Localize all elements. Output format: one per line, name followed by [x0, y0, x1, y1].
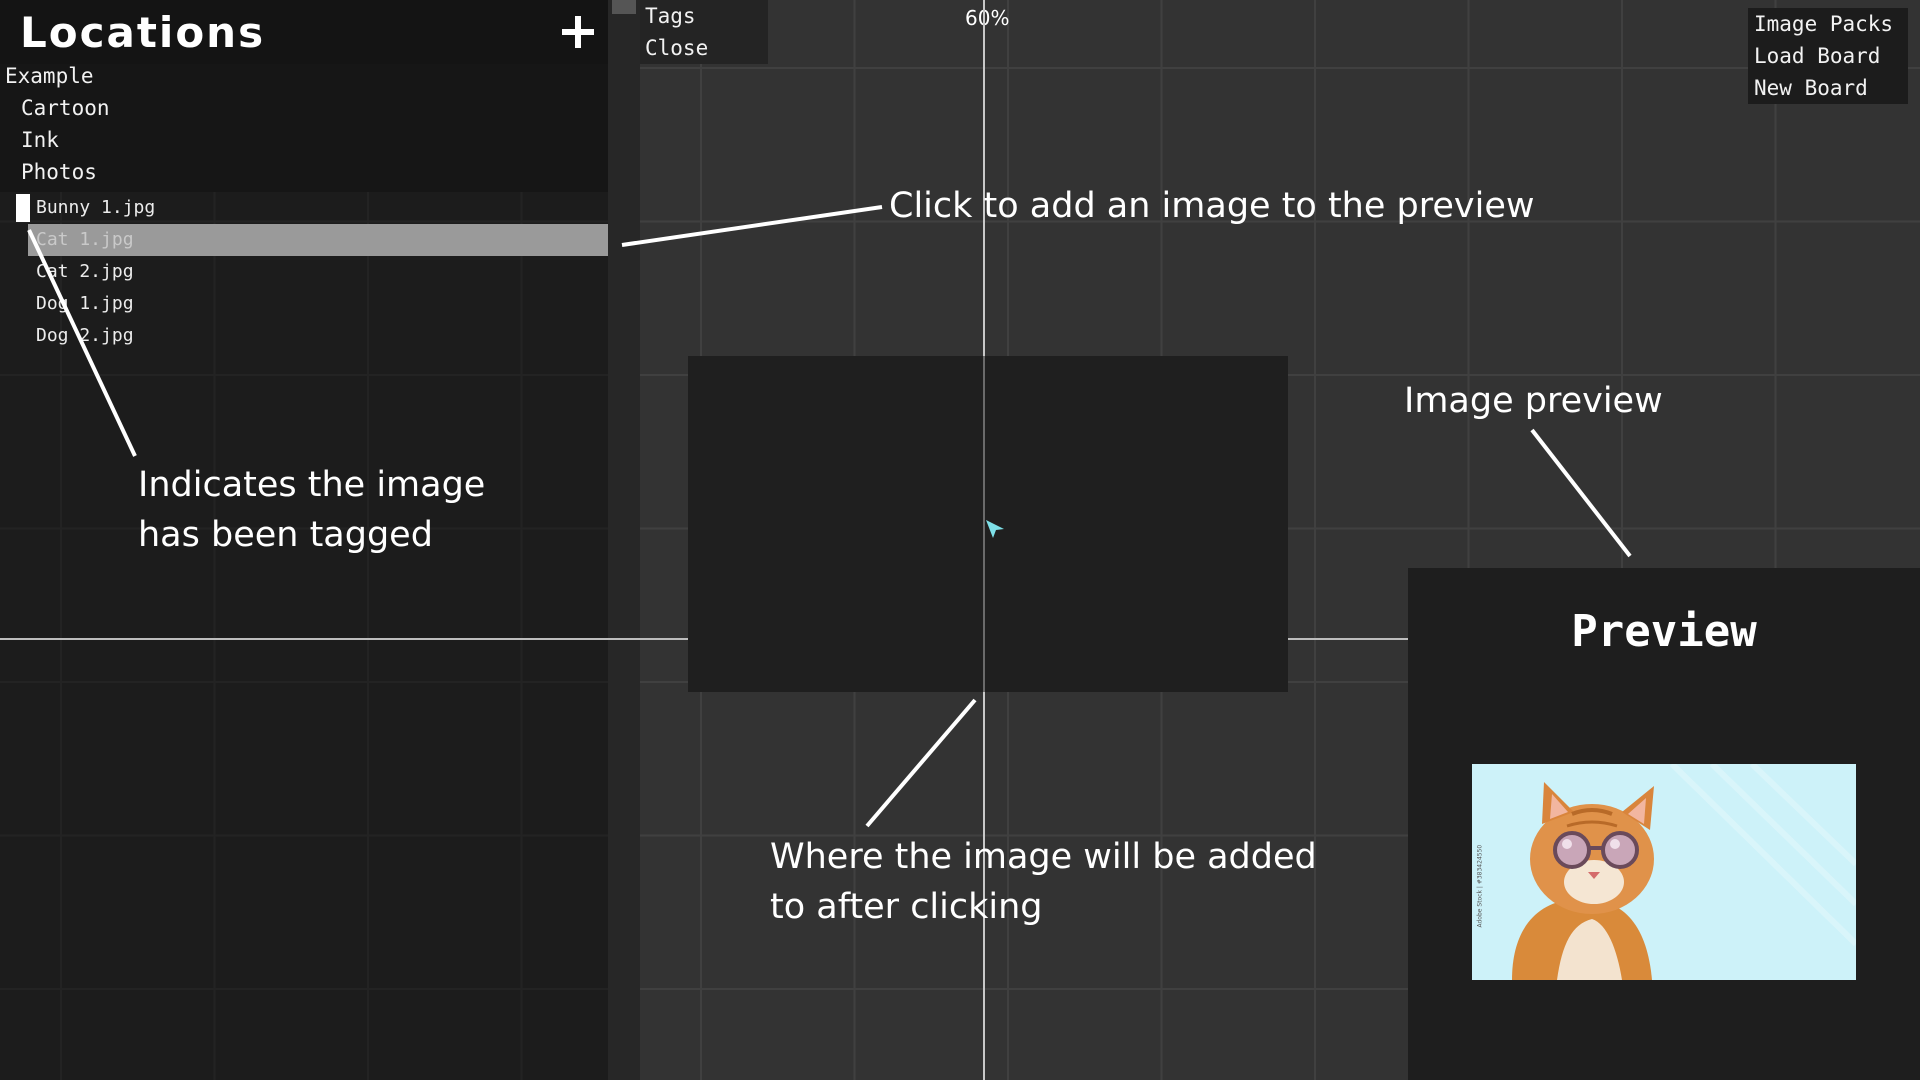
annotation-drop-location-line1: Where the image will be added	[770, 837, 1317, 877]
annotation-drop-location-line2: to after clicking	[770, 887, 1043, 927]
annotation-image-preview: Image preview	[1404, 381, 1663, 421]
annotation-click-to-add: Click to add an image to the preview	[889, 186, 1535, 226]
annotation-tag-indicator-line2: has been tagged	[138, 515, 433, 555]
annotation-tag-indicator-line1: Indicates the image	[138, 465, 486, 505]
